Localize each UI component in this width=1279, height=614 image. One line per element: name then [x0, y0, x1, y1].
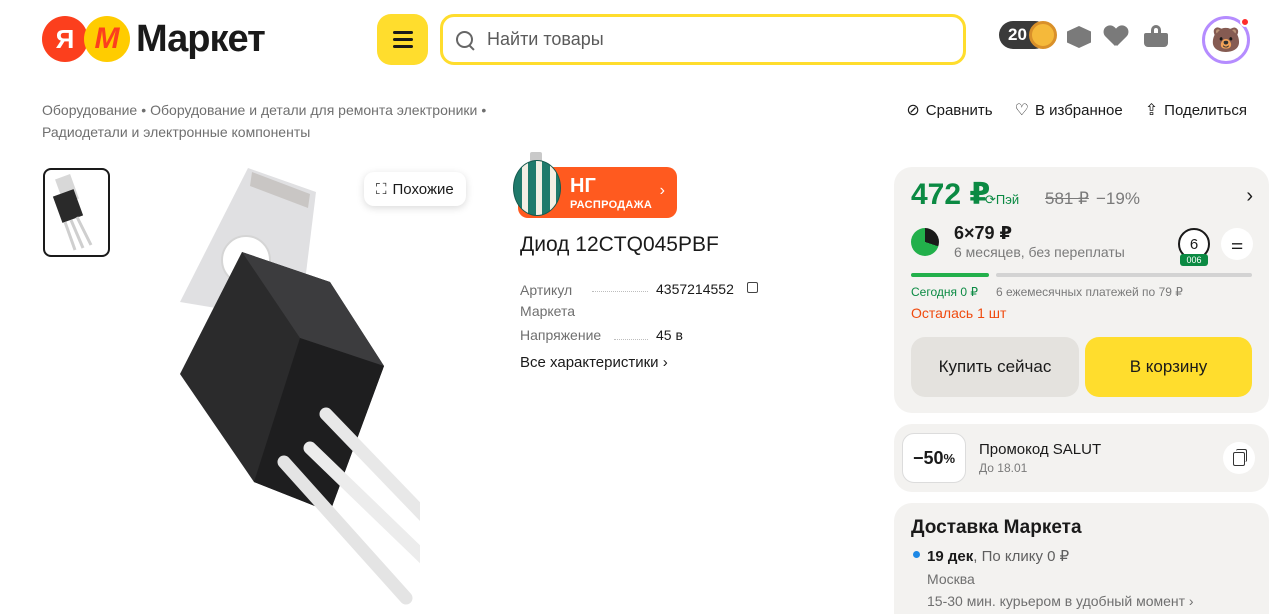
breadcrumb-separator: • [141, 102, 147, 118]
all-specs-link[interactable]: Все характеристики › [520, 354, 668, 371]
compare-button[interactable]: ⊘ Сравнить [906, 100, 992, 120]
chevron-right-icon[interactable]: › [1246, 185, 1253, 208]
chevron-right-icon: › [659, 182, 665, 199]
breadcrumb-separator: • [481, 102, 487, 118]
split-logo-icon [911, 228, 939, 256]
product-actions: ⊘ Сравнить ♡ В избранное ⇪ Поделиться [906, 100, 1247, 120]
delivery-option-dot [913, 551, 920, 558]
favorite-label: В избранное [1034, 101, 1123, 119]
spec-dots [592, 291, 648, 292]
similar-products-button[interactable]: ⛶ Похожие [364, 172, 466, 206]
breadcrumb: Оборудование • Оборудование и детали для р… [42, 99, 562, 143]
christmas-ornament-icon [512, 152, 562, 218]
search-icon [455, 30, 475, 50]
cart-icon[interactable] [1144, 25, 1168, 47]
search-input[interactable] [487, 29, 927, 50]
spec-label-voltage: Напряжение [520, 327, 602, 343]
copy-icon[interactable] [747, 282, 758, 293]
sale-badge-sub: РАСПРОДАЖА [570, 199, 653, 211]
menu-icon-line [392, 45, 413, 48]
delivery-city: Москва [927, 571, 975, 587]
share-button[interactable]: ⇪ Поделиться [1145, 100, 1247, 120]
orders-cube-icon[interactable] [1067, 26, 1091, 48]
spec-value-article: 4357214552 [656, 281, 734, 297]
yandex-pay-badge[interactable]: ⟳Пэй [985, 192, 1019, 208]
sale-badge-title: НГ [570, 175, 596, 197]
coin-icon [1028, 21, 1057, 49]
coins-widget[interactable]: 20 [999, 21, 1057, 49]
breadcrumb-item[interactable]: Оборудование и детали для ремонта электр… [150, 102, 477, 118]
promo-expiry: До 18.01 [979, 461, 1028, 475]
cart-basket [1144, 33, 1168, 47]
catalog-menu-button[interactable] [377, 14, 428, 65]
delivery-time[interactable]: 15-30 мин. курьером в удобный момент › [927, 593, 1194, 609]
delivery-price: 0 ₽ [1047, 548, 1070, 565]
pay-today: Сегодня 0 ₽ [911, 285, 978, 299]
pay-label: Пэй [995, 192, 1020, 207]
spec-dots [614, 339, 648, 340]
delivery-option[interactable]: 19 дек, По клику 0 ₽ [927, 547, 1069, 565]
diode-image [180, 168, 437, 605]
logo-text: Маркет [136, 17, 266, 60]
old-price: 581 ₽ [1045, 189, 1089, 208]
compare-label: Сравнить [925, 101, 993, 119]
menu-icon-line [392, 31, 413, 34]
share-label: Поделиться [1164, 101, 1247, 119]
heart-outline-icon: ♡ [1014, 102, 1029, 119]
favorites-heart-icon[interactable] [1104, 26, 1128, 48]
stock-remaining: Осталась 1 шт [911, 305, 1007, 321]
logo-m-icon: M [84, 16, 130, 62]
discount-percent: −19% [1096, 189, 1140, 208]
promo-badge-value: −50 [912, 447, 944, 468]
delivery-date: 19 дек [927, 548, 974, 565]
share-icon: ⇪ [1144, 102, 1159, 119]
yandex-market-logo[interactable]: Я M Маркет [42, 16, 266, 62]
similar-icon: ⛶ [376, 180, 387, 198]
avatar-emoji: 🐻 [1211, 26, 1241, 54]
spec-value-voltage: 45 в [656, 327, 683, 343]
promo-title: Промокод SALUT [979, 441, 1102, 458]
add-to-cart-button[interactable]: В корзину [1085, 337, 1252, 397]
promo-badge-unit: % [943, 450, 956, 466]
product-title: Диод 12CTQ045PBF [520, 233, 719, 256]
delivery-card: Доставка Маркета 19 дек, По клику 0 ₽ Мо… [894, 503, 1269, 614]
promo-discount-badge: −50% [902, 433, 966, 483]
payment-progress-today [911, 273, 989, 277]
pay-icon: ⟳ [985, 192, 996, 207]
breadcrumb-item[interactable]: Оборудование [42, 102, 137, 118]
all-specs-label: Все характеристики [520, 354, 659, 371]
chevron-right-icon: › [662, 354, 668, 371]
search-bar[interactable] [440, 14, 966, 65]
favorite-button[interactable]: ♡ В избранное [1015, 100, 1123, 120]
current-price: 472 ₽ [911, 178, 991, 211]
delivery-title: Доставка Маркета [911, 517, 1082, 538]
payment-progress-rest [996, 273, 1252, 277]
gallery-thumbnail[interactable] [43, 168, 110, 257]
breadcrumb-item[interactable]: Радиодетали и электронные компоненты [42, 124, 310, 140]
monthly-payments: 6 ежемесячных платежей по 79 ₽ [996, 285, 1183, 299]
notification-dot [1240, 17, 1250, 27]
split-installment[interactable]: 6×79 ₽ [954, 223, 1012, 244]
product-main-image[interactable] [160, 162, 437, 614]
compare-icon: ⊘ [906, 102, 920, 119]
logo-ya-icon: Я [42, 16, 88, 62]
buy-now-button[interactable]: Купить сейчас [911, 337, 1079, 397]
diode-thumbnail-image [52, 174, 93, 251]
split-tag: 006 [1180, 254, 1208, 266]
split-settings-icon[interactable]: ⚌ [1221, 228, 1253, 260]
ornament-ball [513, 160, 561, 216]
spec-label-article: Артикул Маркета [520, 282, 576, 319]
promo-card[interactable]: −50% Промокод SALUT До 18.01 [894, 424, 1269, 492]
split-subtitle: 6 месяцев, без переплаты [954, 244, 1125, 260]
price-card: 472 ₽ ⟳Пэй 581 ₽ −19% › 6×79 ₽ 6 месяцев… [894, 167, 1269, 413]
delivery-method: , По клику [973, 548, 1043, 565]
similar-label: Похожие [392, 180, 454, 198]
copy-promo-icon[interactable] [1223, 442, 1255, 474]
menu-icon-line [392, 38, 413, 41]
